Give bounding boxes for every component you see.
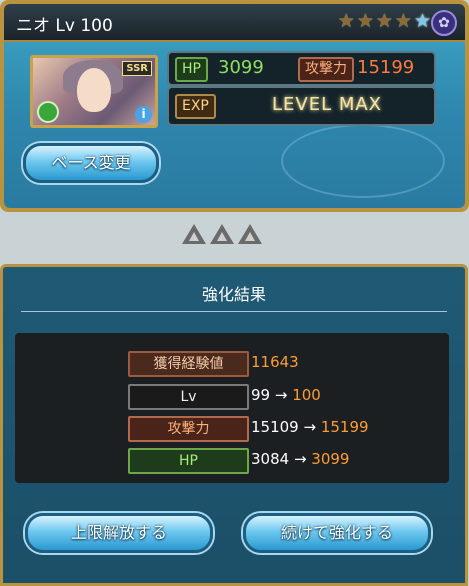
continue-enhance-button[interactable]: 続けて強化する <box>243 513 431 553</box>
ornament-row <box>182 224 262 244</box>
transcendence-icon: ✿ <box>431 10 457 36</box>
name-bar: ニオ Lv 100 ★ ★ ★ ★ ★ ✿ <box>4 4 465 42</box>
hp-value: 3099 <box>218 57 264 78</box>
base-change-button[interactable]: ベース変更 <box>23 143 159 183</box>
result-rows: 獲得経験値 11643 Lv 99 → 100 攻撃力 15109 → 1519… <box>15 333 449 483</box>
wind-element-icon <box>37 101 59 123</box>
result-row-attack: 攻撃力 15109 → 15199 <box>15 416 449 442</box>
character-name-level: ニオ Lv 100 <box>16 16 113 36</box>
star-icon: ★ <box>356 10 374 32</box>
enhance-result-panel: 強化結果 獲得経験値 11643 Lv 99 → 100 攻撃力 15109 →… <box>0 264 468 586</box>
result-row-exp: 獲得経験値 11643 <box>15 351 449 377</box>
star-icon: ★ <box>394 10 412 32</box>
portrait-face <box>77 68 111 112</box>
pyramid-icon <box>210 224 234 244</box>
ssr-badge: SSR <box>122 61 152 76</box>
character-portrait[interactable]: SSR i <box>30 55 158 128</box>
pyramid-icon <box>238 224 262 244</box>
pyramid-icon <box>182 224 206 244</box>
attack-to: 15199 <box>320 418 369 436</box>
level-label: Lv <box>128 384 249 410</box>
result-title: 強化結果 <box>201 285 266 304</box>
level-value: 99 → 100 <box>251 386 321 404</box>
attack-from: 15109 → <box>251 418 317 436</box>
attack-row-label: 攻撃力 <box>128 416 249 442</box>
gained-exp-label: 獲得経験値 <box>128 351 249 377</box>
result-row-level: Lv 99 → 100 <box>15 384 449 410</box>
attack-value: 15199 <box>357 57 415 78</box>
star-blue-icon: ★ <box>413 10 431 32</box>
uncap-button[interactable]: 上限解放する <box>25 513 213 553</box>
title-divider <box>21 311 447 312</box>
stat-panel: HP 3099 攻撃力 15199 <box>167 51 436 86</box>
hp-label: HP <box>175 57 208 82</box>
star-icon: ★ <box>375 10 393 32</box>
attack-label: 攻撃力 <box>298 57 354 82</box>
hp-from: 3084 → <box>251 450 307 468</box>
star-rating: ★ ★ ★ ★ ★ <box>338 11 431 31</box>
hp-row-label: HP <box>128 448 249 474</box>
star-icon: ★ <box>337 10 355 32</box>
hp-row-value: 3084 → 3099 <box>251 450 349 468</box>
attack-row-value: 15109 → 15199 <box>251 418 369 436</box>
character-card: ニオ Lv 100 ★ ★ ★ ★ ★ ✿ SSR i HP 3099 攻撃力 … <box>0 0 469 212</box>
level-to: 100 <box>292 386 321 404</box>
level-max-text: LEVEL MAX <box>271 94 382 115</box>
exp-panel: EXP LEVEL MAX <box>167 86 436 126</box>
hp-to: 3099 <box>311 450 350 468</box>
gained-exp-value: 11643 <box>251 353 299 371</box>
exp-label: EXP <box>175 94 216 119</box>
result-row-hp: HP 3084 → 3099 <box>15 448 449 474</box>
level-from: 99 → <box>251 386 288 404</box>
info-icon[interactable]: i <box>135 106 152 123</box>
